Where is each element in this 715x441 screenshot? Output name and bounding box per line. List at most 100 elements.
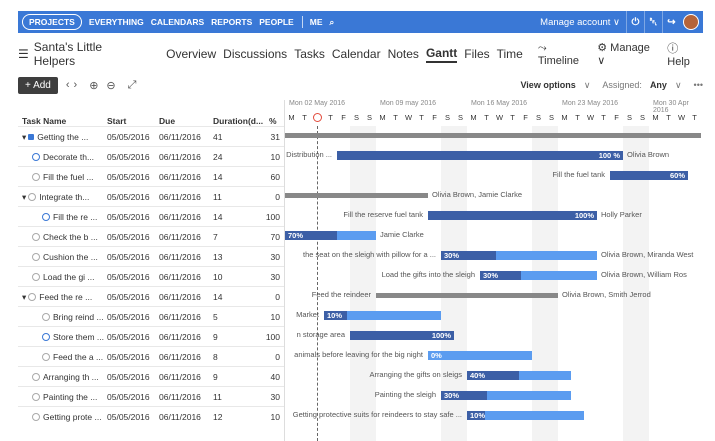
task-name-cell[interactable]: ▾ Integrate th... bbox=[22, 192, 89, 203]
complete-checkbox-icon[interactable] bbox=[32, 233, 40, 241]
table-row[interactable]: Store them ... 05/05/2016 06/11/2016 9 100 bbox=[18, 326, 284, 346]
task-name-cell[interactable]: ▾ Feed the re ... bbox=[22, 292, 92, 303]
add-button[interactable]: + Add bbox=[18, 76, 58, 94]
search-icon[interactable]: ⌕ bbox=[329, 17, 334, 28]
tab-tasks[interactable]: Tasks bbox=[294, 47, 325, 61]
table-row[interactable]: Check the b ... 05/05/2016 06/11/2016 7 70 bbox=[18, 226, 284, 246]
task-bar[interactable]: 70% bbox=[285, 231, 376, 240]
task-bar[interactable]: 100% bbox=[428, 211, 597, 220]
nav-me[interactable]: ME bbox=[310, 17, 323, 27]
chevron-down-icon[interactable]: ∨ bbox=[584, 80, 591, 91]
task-name-cell[interactable]: Check the b ... bbox=[32, 232, 98, 242]
task-name-cell[interactable]: Fill the fuel ... bbox=[32, 172, 94, 182]
nav-people[interactable]: PEOPLE bbox=[259, 17, 293, 27]
task-name-cell[interactable]: Arranging th ... bbox=[32, 372, 99, 382]
chevron-left-icon[interactable]: ‹ bbox=[66, 79, 70, 91]
table-row[interactable]: Fill the fuel ... 05/05/2016 06/11/2016 14 6… bbox=[18, 166, 284, 186]
col-task-name[interactable]: Task Name bbox=[22, 116, 66, 126]
complete-checkbox-icon[interactable] bbox=[42, 333, 50, 341]
complete-checkbox-icon[interactable] bbox=[32, 393, 40, 401]
task-name-cell[interactable]: Bring reind ... bbox=[42, 312, 104, 322]
table-row[interactable]: ▾ Getting the ... 05/05/2016 06/11/2016 41 31 bbox=[18, 126, 284, 146]
complete-checkbox-icon[interactable] bbox=[32, 153, 40, 161]
task-name-cell[interactable]: Cushion the ... bbox=[32, 252, 98, 262]
task-name-cell[interactable]: Painting the ... bbox=[32, 392, 97, 402]
complete-checkbox-icon[interactable] bbox=[28, 193, 37, 201]
more-icon[interactable]: ••• bbox=[694, 80, 703, 90]
chevron-right-icon[interactable]: › bbox=[74, 79, 78, 91]
complete-checkbox-icon[interactable] bbox=[32, 373, 40, 381]
zoom-in-icon[interactable]: ⊕ bbox=[89, 79, 98, 92]
complete-checkbox-icon[interactable] bbox=[32, 413, 40, 421]
expand-icon[interactable]: ▾ bbox=[22, 292, 26, 302]
summary-bar[interactable] bbox=[376, 293, 558, 298]
task-bar[interactable]: 100 % bbox=[337, 151, 623, 160]
task-name-cell[interactable]: ▾ Getting the ... bbox=[22, 132, 88, 143]
task-name-cell[interactable]: Store them ... bbox=[42, 332, 104, 342]
task-bar[interactable]: 30% bbox=[441, 391, 571, 400]
table-row[interactable]: Fill the re ... 05/05/2016 06/11/2016 14 100 bbox=[18, 206, 284, 226]
task-bar[interactable]: 40% bbox=[467, 371, 571, 380]
tab-gantt[interactable]: Gantt bbox=[425, 46, 458, 63]
task-bar[interactable]: 30% bbox=[441, 251, 597, 260]
task-bar[interactable]: 10% bbox=[324, 311, 441, 320]
tab-overview[interactable]: Overview bbox=[166, 47, 216, 61]
timeline-button[interactable]: ⤳ Timeline bbox=[538, 42, 589, 67]
summary-bar[interactable] bbox=[285, 133, 701, 138]
table-row[interactable]: Bring reind ... 05/05/2016 06/11/2016 5 10 bbox=[18, 306, 284, 326]
tab-time[interactable]: Time bbox=[497, 47, 523, 61]
manage-account-menu[interactable]: Manage account ∨ bbox=[540, 17, 620, 28]
power-icon[interactable]: ⏻ bbox=[626, 11, 644, 33]
tab-calendar[interactable]: Calendar bbox=[332, 47, 381, 61]
view-options-dropdown[interactable]: View options bbox=[520, 80, 575, 90]
assigned-filter[interactable]: Any bbox=[650, 80, 667, 90]
task-name-cell[interactable]: Getting prote ... bbox=[32, 412, 102, 422]
task-bar[interactable]: 60% bbox=[610, 171, 688, 180]
complete-checkbox-icon[interactable] bbox=[42, 353, 50, 361]
table-row[interactable]: Load the gi ... 05/05/2016 06/11/2016 10 30 bbox=[18, 266, 284, 286]
task-bar[interactable]: 10% bbox=[467, 411, 584, 420]
task-name-cell[interactable]: Load the gi ... bbox=[32, 272, 95, 282]
avatar[interactable] bbox=[683, 14, 699, 30]
signout-icon[interactable]: ↪ bbox=[662, 11, 680, 33]
complete-checkbox-icon[interactable] bbox=[42, 213, 50, 221]
task-bar[interactable]: 30% bbox=[480, 271, 597, 280]
summary-bar[interactable] bbox=[285, 193, 428, 198]
chevron-down-icon[interactable]: ∨ bbox=[675, 80, 682, 91]
col-start[interactable]: Start bbox=[107, 116, 126, 126]
expand-icon[interactable]: ▾ bbox=[22, 132, 26, 142]
tab-files[interactable]: Files bbox=[464, 47, 489, 61]
table-row[interactable]: Arranging th ... 05/05/2016 06/11/2016 9 40 bbox=[18, 366, 284, 386]
col-percent[interactable]: % bbox=[269, 116, 277, 126]
complete-checkbox-icon[interactable] bbox=[28, 293, 37, 301]
table-row[interactable]: ▾ Feed the re ... 05/05/2016 06/11/2016 14 0 bbox=[18, 286, 284, 306]
table-row[interactable]: Cushion the ... 05/05/2016 06/11/2016 13 30 bbox=[18, 246, 284, 266]
task-name-cell[interactable]: Feed the a ... bbox=[42, 352, 103, 362]
table-row[interactable]: Painting the ... 05/05/2016 06/11/2016 11 30 bbox=[18, 386, 284, 406]
complete-checkbox-icon[interactable] bbox=[32, 253, 40, 261]
bell-icon[interactable]: ␇ bbox=[644, 11, 662, 33]
task-bar[interactable]: 100% bbox=[350, 331, 454, 340]
expand-icon[interactable]: ▾ bbox=[22, 192, 26, 202]
menu-icon[interactable]: ☰ bbox=[18, 47, 29, 61]
expand-icon[interactable]: ⤢ bbox=[128, 79, 137, 92]
manage-button[interactable]: ⚙ Manage ∨ bbox=[597, 41, 659, 67]
nav-everything[interactable]: EVERYTHING bbox=[89, 17, 144, 27]
help-button[interactable]: ⓘ Help bbox=[667, 40, 703, 68]
task-name-cell[interactable]: Fill the re ... bbox=[42, 212, 97, 222]
table-row[interactable]: Getting prote ... 05/05/2016 06/11/2016 12 1… bbox=[18, 406, 284, 426]
complete-checkbox-icon[interactable] bbox=[42, 313, 50, 321]
nav-calendars[interactable]: CALENDARS bbox=[151, 17, 204, 27]
complete-checkbox-icon[interactable] bbox=[32, 273, 40, 281]
col-due[interactable]: Due bbox=[159, 116, 175, 126]
table-row[interactable]: Feed the a ... 05/05/2016 06/11/2016 8 0 bbox=[18, 346, 284, 366]
tab-discussions[interactable]: Discussions bbox=[223, 47, 287, 61]
tab-notes[interactable]: Notes bbox=[388, 47, 419, 61]
table-row[interactable]: ▾ Integrate th... 05/05/2016 06/11/2016 11 0 bbox=[18, 186, 284, 206]
table-row[interactable]: Decorate th... 05/05/2016 06/11/2016 24 10 bbox=[18, 146, 284, 166]
task-bar[interactable]: 0% bbox=[428, 351, 532, 360]
task-name-cell[interactable]: Decorate th... bbox=[32, 152, 94, 162]
col-duration[interactable]: Duration(d... bbox=[213, 116, 263, 126]
complete-checkbox-icon[interactable] bbox=[32, 173, 40, 181]
zoom-out-icon[interactable]: ⊖ bbox=[106, 79, 115, 92]
